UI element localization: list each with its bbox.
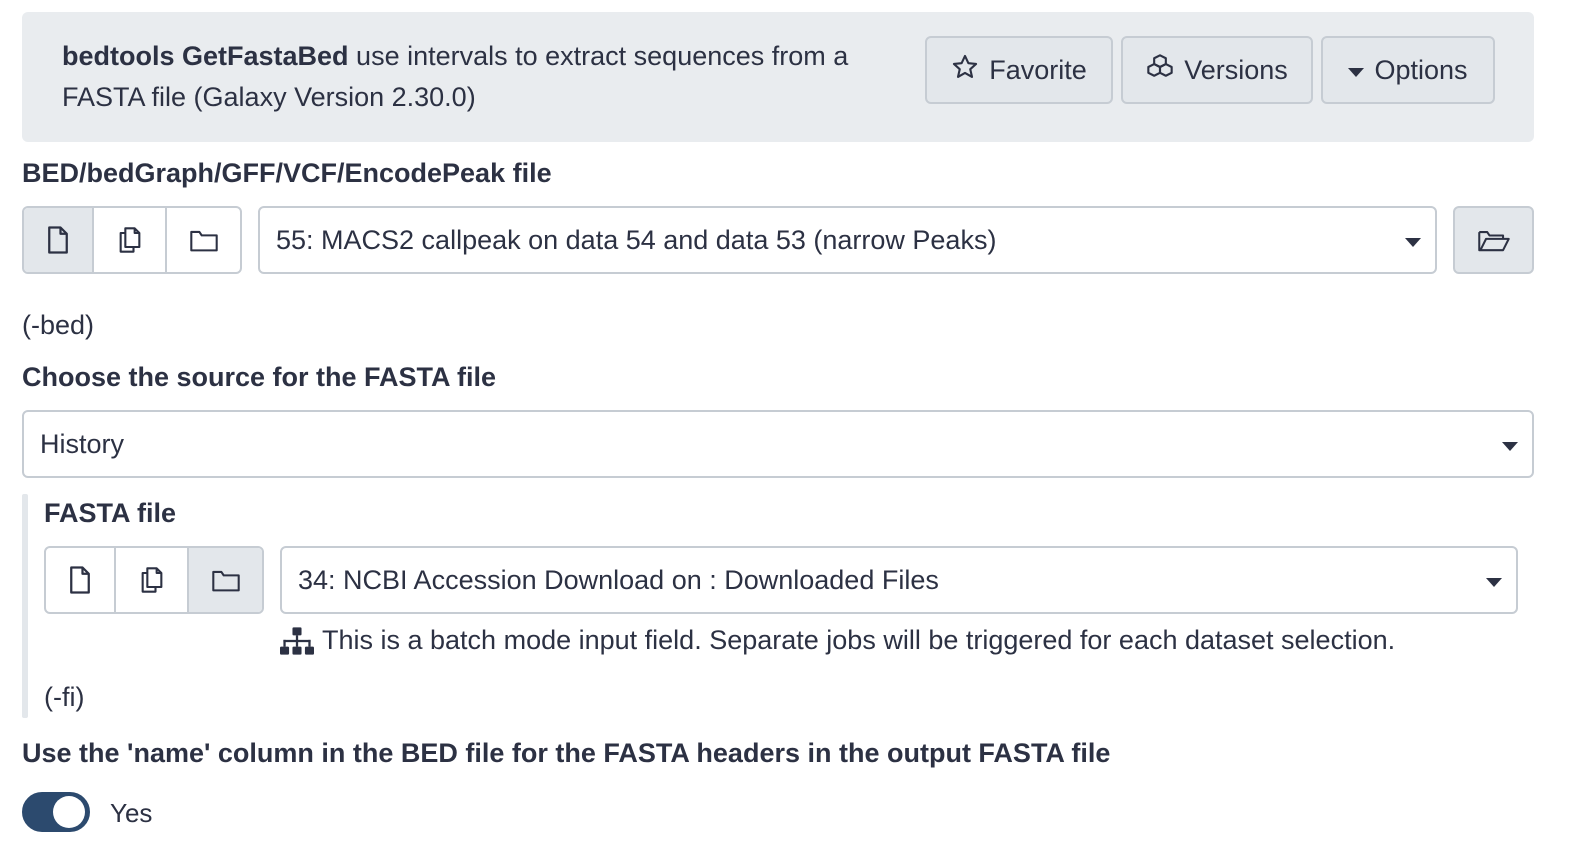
options-label: Options [1374, 54, 1468, 85]
browse-datasets-button[interactable] [1453, 206, 1534, 274]
fasta-source-label: Choose the source for the FASTA file [22, 362, 497, 392]
file-icon [70, 566, 90, 594]
versions-button[interactable]: Versions [1121, 36, 1313, 104]
fasta-dataset-selected: 34: NCBI Accession Download on : Downloa… [298, 564, 939, 595]
fasta-dataset-select[interactable]: 34: NCBI Accession Download on : Downloa… [280, 546, 1518, 614]
batch-mode-note: This is a batch mode input field. Separa… [280, 625, 1395, 656]
folder-icon [211, 570, 240, 592]
dataset-collection-button[interactable] [167, 208, 240, 272]
bed-help-text: (-bed) [22, 310, 95, 340]
file-icon [48, 226, 68, 254]
files-icon [141, 567, 162, 593]
folder-icon [189, 230, 218, 252]
fasta-source-select[interactable]: History [22, 410, 1534, 478]
toggle-knob [53, 796, 85, 828]
bed-dataset-select[interactable]: 55: MACS2 callpeak on data 54 and data 5… [258, 206, 1437, 274]
batch-mode-text: This is a batch mode input field. Separa… [322, 625, 1396, 655]
multiple-datasets-button[interactable] [94, 208, 167, 272]
favorite-button[interactable]: Favorite [925, 36, 1113, 104]
name-option-label: Use the 'name' column in the BED file fo… [22, 738, 1111, 768]
name-option-toggle[interactable] [22, 792, 90, 832]
multiple-datasets-button[interactable] [116, 548, 189, 612]
bed-input-label: BED/bedGraph/GFF/VCF/EncodePeak file [22, 158, 552, 188]
cubes-icon [1146, 53, 1174, 88]
versions-label: Versions [1184, 54, 1288, 85]
single-dataset-button[interactable] [24, 208, 94, 272]
fasta-input-mode-group [44, 546, 264, 614]
tool-title: bedtools GetFastaBed use intervals to ex… [62, 36, 912, 118]
bed-input-mode-group [22, 206, 242, 274]
caret-down-icon [1348, 67, 1365, 77]
chevron-down-icon [1502, 442, 1518, 451]
chevron-down-icon [1405, 238, 1421, 247]
fasta-source-selected: History [40, 428, 125, 459]
single-dataset-button[interactable] [46, 548, 116, 612]
folder-open-icon [1477, 231, 1510, 252]
fasta-help-text: (-fi) [44, 682, 85, 712]
files-icon [119, 227, 140, 253]
tool-name: bedtools GetFastaBed [62, 41, 349, 71]
dataset-collection-button[interactable] [189, 548, 262, 612]
bed-dataset-selected: 55: MACS2 callpeak on data 54 and data 5… [276, 224, 997, 255]
chevron-down-icon [1486, 578, 1502, 587]
favorite-label: Favorite [989, 54, 1087, 85]
star-icon [951, 53, 979, 88]
toggle-value-label: Yes [110, 798, 153, 828]
sitemap-icon [280, 626, 314, 655]
options-button[interactable]: Options [1321, 36, 1495, 104]
fasta-input-label: FASTA file [44, 498, 177, 528]
conditional-section-bar [22, 494, 28, 718]
